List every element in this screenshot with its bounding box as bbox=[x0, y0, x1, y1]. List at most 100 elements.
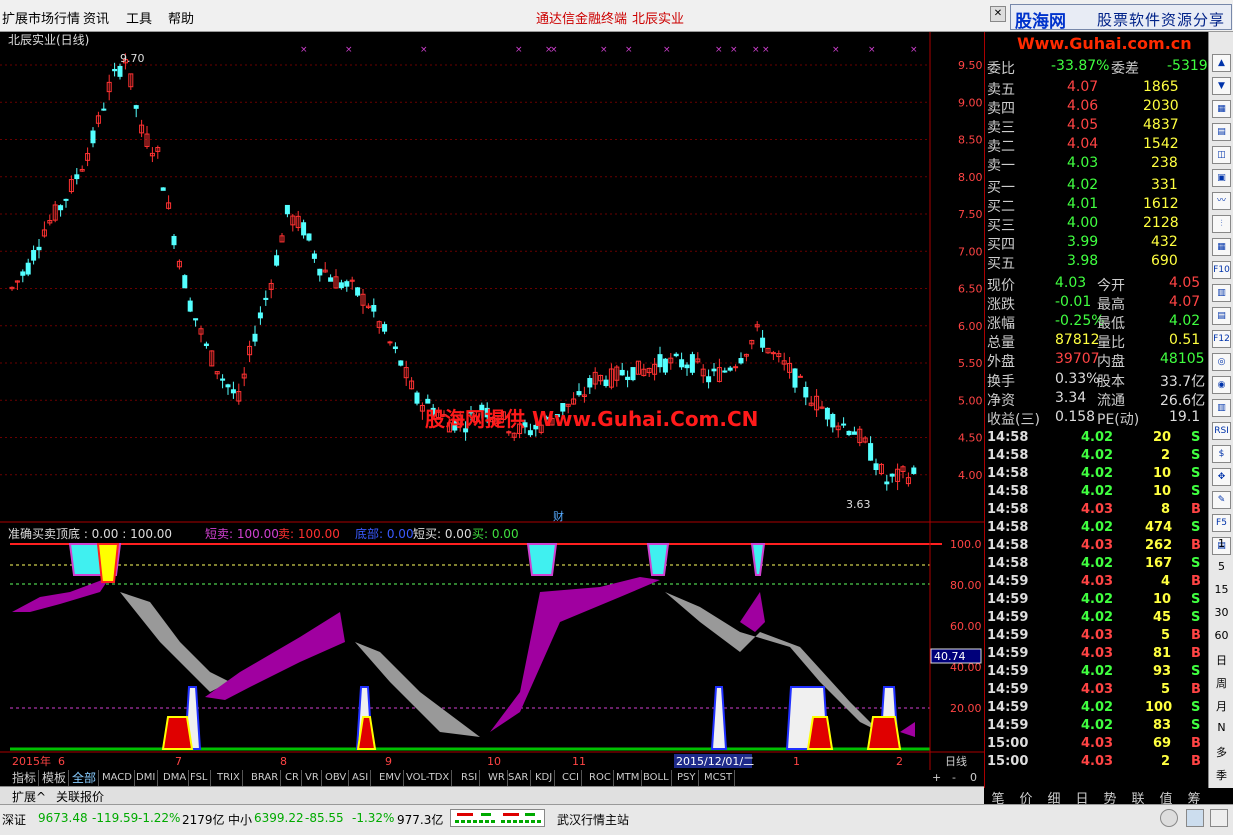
toolbar-icon[interactable]: ▤ bbox=[1212, 307, 1231, 325]
tab-trix[interactable]: TRIX bbox=[215, 770, 243, 786]
tab-模板[interactable]: 模板 bbox=[40, 770, 70, 786]
settings-icon[interactable] bbox=[1210, 809, 1228, 827]
right-panel-tabs: 笔价细日势联值筹 bbox=[984, 788, 1208, 807]
stock-title: 北辰实业 bbox=[632, 12, 685, 27]
period-button-多[interactable]: 多 bbox=[1209, 744, 1233, 760]
period-button-60[interactable]: 60 bbox=[1209, 629, 1233, 642]
toolbar-icon[interactable]: ◉ bbox=[1212, 376, 1231, 394]
zoom-plus-button[interactable]: + bbox=[932, 771, 941, 784]
zoom-minus-button[interactable]: - bbox=[952, 771, 956, 784]
toolbar-icon[interactable]: F12 bbox=[1212, 330, 1231, 348]
tab-wr[interactable]: WR bbox=[486, 770, 508, 786]
tab-vol-tdx[interactable]: VOL-TDX bbox=[404, 770, 453, 786]
toolbar-icon[interactable]: ▦ bbox=[1212, 100, 1231, 118]
tab-expand[interactable]: 扩展^ bbox=[12, 788, 46, 805]
candle-body bbox=[425, 398, 431, 404]
high-label: 9.70 bbox=[120, 52, 145, 65]
toolbar-icon[interactable]: ◫ bbox=[1212, 146, 1231, 164]
fund-row: 换手 0.33% 股本 33.7亿 bbox=[987, 371, 1206, 390]
kline-chart[interactable]: × × × × ×× × × × × × × × × × × 北辰实业(日线) 9.70 3.63 股海网提… bbox=[0, 32, 984, 772]
toolbar-icon[interactable]: ◎ bbox=[1212, 353, 1231, 371]
menu-help[interactable]: 帮助 bbox=[168, 8, 194, 27]
candle-body bbox=[830, 413, 836, 428]
search-icon[interactable] bbox=[1160, 809, 1178, 827]
period-button-1[interactable]: 1 bbox=[1209, 537, 1233, 550]
menu-tools[interactable]: 工具 bbox=[126, 8, 152, 27]
toolbar-icon[interactable]: ▤ bbox=[1212, 123, 1231, 141]
period-button-日[interactable]: 日 bbox=[1209, 652, 1233, 668]
network-icon[interactable] bbox=[1186, 809, 1204, 827]
tab-related-quotes[interactable]: 关联报价 bbox=[56, 788, 104, 805]
date-label: 2015/12/01/二 bbox=[676, 755, 754, 768]
ask-row: 卖二 4.04 1542 bbox=[987, 136, 1179, 155]
tab-mcst[interactable]: MCST bbox=[702, 770, 736, 786]
tick-row: 14:59 4.03 81 B bbox=[987, 646, 1201, 661]
tab-全部[interactable]: 全部 bbox=[70, 770, 100, 786]
toolbar-icon[interactable]: ▥ bbox=[1212, 284, 1231, 302]
tick-row: 14:59 4.02 83 S bbox=[987, 718, 1201, 733]
tick-row: 14:59 4.03 5 B bbox=[987, 628, 1201, 643]
tab-boll[interactable]: BOLL bbox=[641, 770, 672, 786]
toolbar-icon[interactable]: F5 bbox=[1212, 514, 1231, 532]
stat-row: 现价 4.03 今开 4.05 bbox=[987, 275, 1201, 294]
toolbar-icon[interactable]: ▥ bbox=[1212, 399, 1231, 417]
indicator-sell: 卖: 100.00 bbox=[278, 527, 340, 541]
tab-dmi[interactable]: DMI bbox=[134, 770, 159, 786]
close-icon[interactable]: ✕ bbox=[990, 6, 1006, 22]
menu-news[interactable]: 资讯 bbox=[83, 8, 109, 27]
indicator-tabs: 指标 模板 全部 MACD DMI DMA FSL TRIX BRAR CR VR OBV ASI EMV… bbox=[0, 770, 984, 786]
tab-fsl[interactable]: FSL bbox=[188, 770, 211, 786]
period-button-季[interactable]: 季 bbox=[1209, 767, 1233, 783]
menu-extended-market[interactable]: 扩展市场行情 bbox=[2, 8, 80, 27]
tab-roc[interactable]: ROC bbox=[587, 770, 614, 786]
event-marker: × bbox=[730, 45, 738, 55]
candle-body bbox=[673, 353, 679, 357]
tab-dma[interactable]: DMA bbox=[161, 770, 190, 786]
toolbar-icon[interactable]: $ bbox=[1212, 445, 1231, 463]
toolbar-icon[interactable]: ▦ bbox=[1212, 238, 1231, 256]
tab-rsi[interactable]: RSI bbox=[459, 770, 481, 786]
date-label: 7 bbox=[175, 755, 182, 768]
period-button-15[interactable]: 15 bbox=[1209, 583, 1233, 596]
tab-asi[interactable]: ASI bbox=[350, 770, 372, 786]
tab-sar[interactable]: SAR bbox=[506, 770, 532, 786]
tab-kdj[interactable]: KDJ bbox=[533, 770, 556, 786]
event-marker: × bbox=[420, 45, 428, 55]
tab-emv[interactable]: EMV bbox=[377, 770, 404, 786]
zx-label: 中小 bbox=[228, 813, 253, 827]
period-button-5[interactable]: 5 bbox=[1209, 560, 1233, 573]
toolbar-icon[interactable]: ▣ bbox=[1212, 169, 1231, 187]
tab-指标[interactable]: 指标 bbox=[10, 770, 40, 786]
candle-body bbox=[603, 379, 609, 387]
tab-psy[interactable]: PSY bbox=[675, 770, 699, 786]
tab-vr[interactable]: VR bbox=[303, 770, 322, 786]
toolbar-icon[interactable]: ✎ bbox=[1212, 491, 1231, 509]
period-button-N[interactable]: N bbox=[1209, 721, 1233, 734]
tab-mtm[interactable]: MTM bbox=[614, 770, 643, 786]
toolbar-icon[interactable]: ▲ bbox=[1212, 54, 1231, 72]
toolbar-icon[interactable]: 〰 bbox=[1212, 192, 1231, 210]
period-button-30[interactable]: 30 bbox=[1209, 606, 1233, 619]
bid-row: 买三 4.00 2128 bbox=[987, 215, 1179, 234]
date-label: 2015年 bbox=[12, 754, 51, 768]
price-axis-tick: 4.50 bbox=[958, 432, 983, 445]
tab-cr[interactable]: CR bbox=[283, 770, 302, 786]
toolbar-icon[interactable]: ▼ bbox=[1212, 77, 1231, 95]
indicator-axis-tick: 100.0 bbox=[950, 538, 982, 551]
toolbar-icon[interactable]: ⫶ bbox=[1212, 215, 1231, 233]
period-button-月[interactable]: 月 bbox=[1209, 698, 1233, 714]
zoom-reset-button[interactable]: 0 bbox=[970, 771, 977, 784]
price-axis-tick: 7.50 bbox=[958, 208, 983, 221]
low-label: 3.63 bbox=[846, 498, 871, 511]
server-name[interactable]: 武汉行情主站 bbox=[557, 811, 629, 828]
tab-obv[interactable]: OBV bbox=[323, 770, 350, 786]
toolbar-icon[interactable]: F10 bbox=[1212, 261, 1231, 279]
toolbar-icon[interactable]: ✥ bbox=[1212, 468, 1231, 486]
toolbar-icon[interactable]: RSI bbox=[1212, 422, 1231, 440]
tick-row: 14:58 4.02 474 S bbox=[987, 520, 1201, 535]
period-label: 日线 bbox=[945, 754, 967, 768]
period-button-周[interactable]: 周 bbox=[1209, 675, 1233, 691]
tab-brar[interactable]: BRAR bbox=[249, 770, 282, 786]
tab-macd[interactable]: MACD bbox=[100, 770, 135, 786]
tab-cci[interactable]: CCI bbox=[560, 770, 582, 786]
